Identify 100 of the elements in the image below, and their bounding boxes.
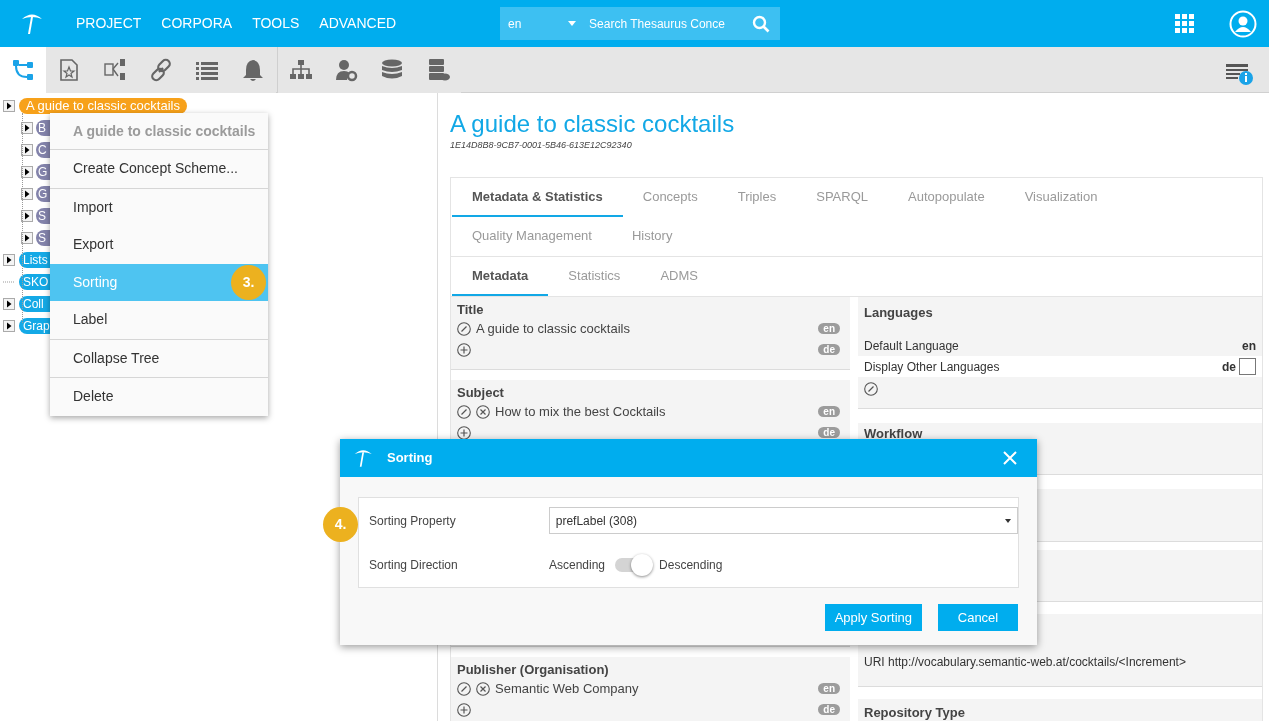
setting-value: de [1222, 358, 1236, 376]
caret-icon [1005, 518, 1011, 523]
menu-item[interactable]: Create Concept Scheme... [50, 150, 268, 188]
uri-pattern: URI http://vocabulary.semantic-web.at/cocktails/<Increment> [864, 654, 1187, 671]
tree-node[interactable]: Grap [19, 318, 50, 334]
section-heading: Languages [864, 304, 934, 322]
scheme-title: A guide to classic cocktails [450, 109, 736, 139]
add-icon[interactable] [457, 702, 471, 717]
tab[interactable]: Triples [717, 178, 797, 217]
tab[interactable]: Statistics [548, 257, 641, 296]
tab[interactable]: Visualization [1004, 178, 1118, 217]
toolbar-button[interactable] [277, 46, 323, 93]
tree-node[interactable]: Coll [19, 296, 50, 312]
menu-title: A guide to classic cocktails [50, 113, 268, 150]
tree-node[interactable]: G [36, 164, 50, 180]
nav-link[interactable]: ADVANCED [319, 13, 397, 34]
toggle-option-label: Ascending [549, 557, 606, 574]
nav-link[interactable]: PROJECT [76, 13, 142, 34]
close-icon[interactable] [1003, 451, 1017, 465]
logo-icon [353, 448, 373, 468]
edit-icon[interactable] [457, 681, 471, 696]
add-icon[interactable] [457, 342, 471, 357]
expand-toggle-icon[interactable] [3, 298, 15, 310]
bell-icon [241, 57, 265, 82]
section-heading: Repository Type [864, 704, 966, 721]
edit-icon[interactable] [864, 382, 878, 396]
menu-item[interactable]: Collapse Tree [50, 339, 268, 377]
menu-item[interactable]: Export [50, 226, 268, 264]
toolbar-button[interactable] [0, 46, 46, 93]
org-chart-icon [288, 57, 313, 82]
caret-icon [568, 21, 577, 26]
server-cloud-icon [426, 57, 450, 82]
direction-toggle[interactable] [615, 554, 654, 576]
hierarchy-icon [11, 57, 35, 82]
menu-item[interactable]: Delete [50, 378, 268, 416]
tab[interactable]: ADMS [640, 257, 718, 296]
expand-toggle-icon[interactable] [3, 100, 15, 112]
field-label: Sorting Direction [369, 557, 459, 574]
section-heading: Title [457, 301, 485, 318]
language-badge: de [818, 427, 840, 438]
setting-label: Default Language [864, 338, 959, 355]
metadata-value: How to mix the best Cocktails [495, 402, 666, 421]
section-heading: Workflow [864, 425, 924, 443]
tab[interactable]: Autopopulate [888, 178, 1005, 217]
apps-grid-icon[interactable] [1175, 14, 1194, 33]
language-badge: en [818, 406, 840, 417]
metadata-value: A guide to classic cocktails [476, 319, 630, 338]
tree-node[interactable]: A guide to classic cocktails [19, 98, 187, 114]
tab[interactable]: Metadata & Statistics [452, 178, 623, 217]
nav-link[interactable]: CORPORA [161, 13, 233, 34]
expand-toggle-icon[interactable] [3, 320, 15, 332]
tree-node[interactable]: G [36, 186, 50, 202]
step-badge: 4. [323, 507, 358, 542]
language-badge: de [818, 344, 840, 355]
tab[interactable]: History [611, 217, 693, 256]
expand-toggle-icon[interactable] [21, 122, 33, 134]
edit-icon[interactable] [457, 404, 471, 419]
sorting-property-select[interactable]: prefLabel (308) [548, 507, 1018, 534]
tree-node[interactable]: C [36, 142, 50, 158]
expand-toggle-icon[interactable] [21, 210, 33, 222]
menu-item[interactable]: Label [50, 301, 268, 339]
toggle-thumb[interactable] [631, 554, 654, 576]
setting-label: Display Other Languages [864, 358, 1000, 376]
user-avatar-icon[interactable] [1229, 9, 1257, 38]
tree-node[interactable]: S [36, 230, 50, 246]
tree-node[interactable]: Lists [19, 252, 50, 268]
expand-toggle-icon[interactable] [21, 188, 33, 200]
document-branch-icon [103, 57, 127, 82]
section-heading: Subject [457, 384, 505, 401]
tree-node[interactable]: SKO [19, 274, 50, 290]
language-select[interactable]: en [508, 14, 569, 33]
language-badge: de [818, 704, 840, 715]
remove-icon[interactable] [476, 681, 490, 696]
metadata-value: Semantic Web Company [495, 679, 639, 698]
expand-toggle-icon[interactable] [21, 166, 33, 178]
search-field[interactable]: en Search Thesaurus Conce [500, 7, 781, 40]
checkbox[interactable] [1239, 358, 1256, 375]
select-value: prefLabel (308) [555, 512, 639, 530]
link-icon [149, 57, 173, 82]
cancel-button[interactable]: Cancel [938, 604, 1018, 631]
nav-link[interactable]: TOOLS [252, 13, 300, 34]
tree-node[interactable]: B [36, 120, 50, 136]
user-gear-icon [334, 57, 358, 82]
scheme-id: 1E14D8B8-9CB7-0001-5B46-613E12C92340 [450, 139, 633, 151]
menu-item[interactable]: Import [50, 188, 268, 226]
document-star-icon [57, 57, 81, 82]
tab[interactable]: Quality Management [452, 217, 612, 256]
tab[interactable]: Concepts [622, 178, 718, 217]
expand-toggle-icon[interactable] [21, 232, 33, 244]
tree-node[interactable]: S [36, 208, 50, 224]
edit-icon[interactable] [457, 321, 471, 336]
tab[interactable]: SPARQL [796, 178, 888, 217]
expand-toggle-icon[interactable] [3, 254, 15, 266]
remove-icon[interactable] [476, 404, 490, 419]
apply-button[interactable]: Apply Sorting [824, 604, 922, 631]
toggle-option-label: Descending [659, 557, 723, 574]
add-icon[interactable] [457, 425, 471, 440]
expand-toggle-icon[interactable] [21, 144, 33, 156]
setting-value: en [1242, 338, 1256, 355]
language-badge: en [818, 323, 840, 334]
